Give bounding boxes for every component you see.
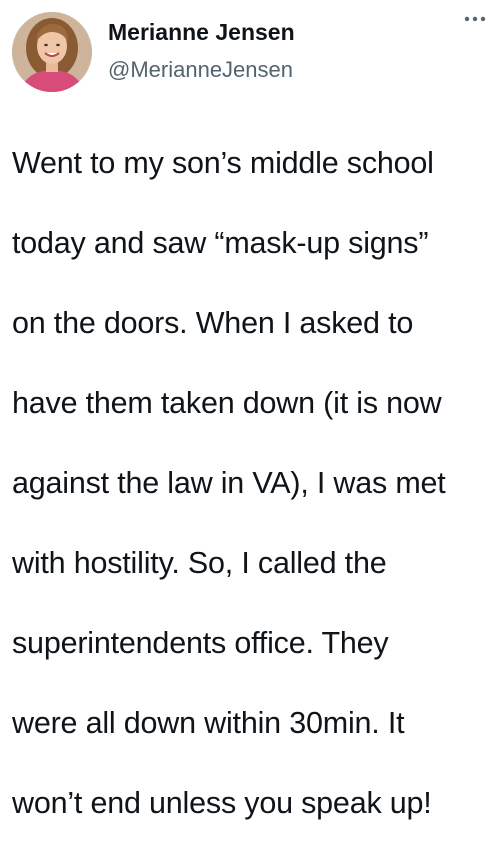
profile-photo-icon	[12, 12, 92, 92]
tweet-text: Went to my son’s middle school today and…	[12, 103, 494, 863]
tweet-text-line: with hostility. So, I called the	[12, 546, 387, 580]
user-info: Merianne Jensen @MerianneJensen	[108, 18, 295, 84]
tweet-text-line: Went to my son’s middle school	[12, 146, 434, 180]
more-options-button[interactable]	[460, 8, 490, 30]
tweet-card: Merianne Jensen @MerianneJensen Went to …	[0, 0, 500, 820]
tweet-text-line: have them taken down (it is now	[12, 386, 442, 420]
tweet-text-line: against the law in VA), I was met	[12, 466, 446, 500]
tweet-text-line: were all down within 30min. It	[12, 706, 405, 740]
avatar[interactable]	[12, 12, 92, 92]
tweet-text-line: won’t end unless you speak up!	[12, 786, 432, 820]
tweet-text-line: superintendents office. They	[12, 626, 389, 660]
tweet-text-line: today and saw “mask-up signs”	[12, 226, 429, 260]
tweet-text-line: on the doors. When I asked to	[12, 306, 414, 340]
more-options-icon	[464, 16, 486, 22]
user-handle[interactable]: @MerianneJensen	[108, 56, 295, 84]
display-name[interactable]: Merianne Jensen	[108, 18, 295, 46]
